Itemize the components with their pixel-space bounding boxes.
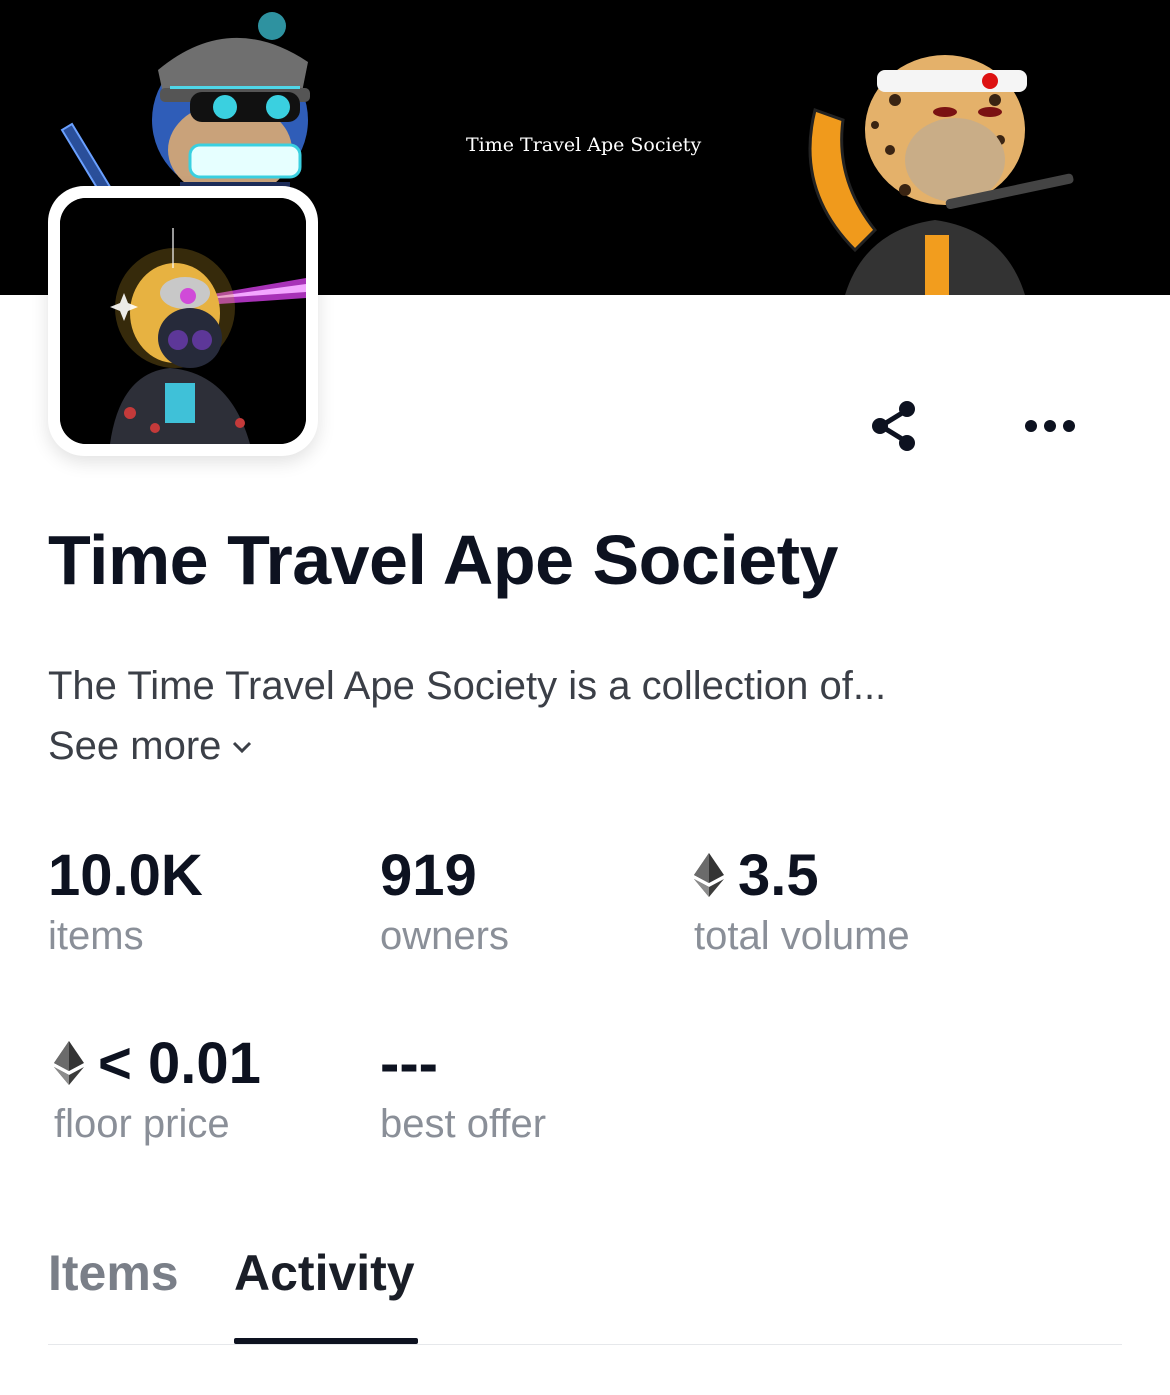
tab-items[interactable]: Items <box>48 1244 179 1302</box>
stat-total-volume: 3.5 total volume <box>694 842 910 959</box>
banner-title-text: Time Travel Ape Society <box>466 134 702 156</box>
more-options-button[interactable] <box>1020 404 1080 448</box>
more-horizontal-icon <box>1025 420 1075 432</box>
see-more-label: See more <box>48 724 222 768</box>
stat-items-value: 10.0K <box>48 842 203 908</box>
stat-floor-price: < 0.01 floor price <box>54 1030 261 1147</box>
tab-activity[interactable]: Activity <box>234 1244 415 1302</box>
stat-items-label: items <box>48 914 144 958</box>
ethereum-icon <box>54 1041 84 1085</box>
stat-owners: 919 owners <box>380 842 509 959</box>
avatar-ape-image <box>60 198 306 444</box>
stat-total-volume-label: total volume <box>694 914 910 958</box>
share-button[interactable] <box>866 398 922 454</box>
stat-owners-label: owners <box>380 914 509 958</box>
tabs-divider <box>48 1344 1122 1345</box>
stat-floor-price-label: floor price <box>54 1102 230 1146</box>
collection-tabs: Items Activity <box>48 1244 1122 1346</box>
stat-floor-price-value: < 0.01 <box>98 1030 261 1096</box>
stat-best-offer-label: best offer <box>380 1102 547 1146</box>
collection-avatar <box>48 186 318 456</box>
stat-owners-value: 919 <box>380 842 477 908</box>
stat-best-offer: --- best offer <box>380 1030 546 1147</box>
see-more-button[interactable]: See more <box>48 724 253 769</box>
banner-ape-right-image <box>808 55 1074 295</box>
stat-best-offer-value: --- <box>380 1030 438 1096</box>
ethereum-icon <box>694 853 724 897</box>
collection-title: Time Travel Ape Society <box>48 521 838 599</box>
stat-total-volume-value: 3.5 <box>738 842 819 908</box>
collection-description: The Time Travel Ape Society is a collect… <box>48 664 887 708</box>
chevron-down-icon <box>233 741 252 753</box>
avatar-image <box>60 198 306 444</box>
stat-items: 10.0K items <box>48 842 203 959</box>
share-icon <box>872 401 915 451</box>
